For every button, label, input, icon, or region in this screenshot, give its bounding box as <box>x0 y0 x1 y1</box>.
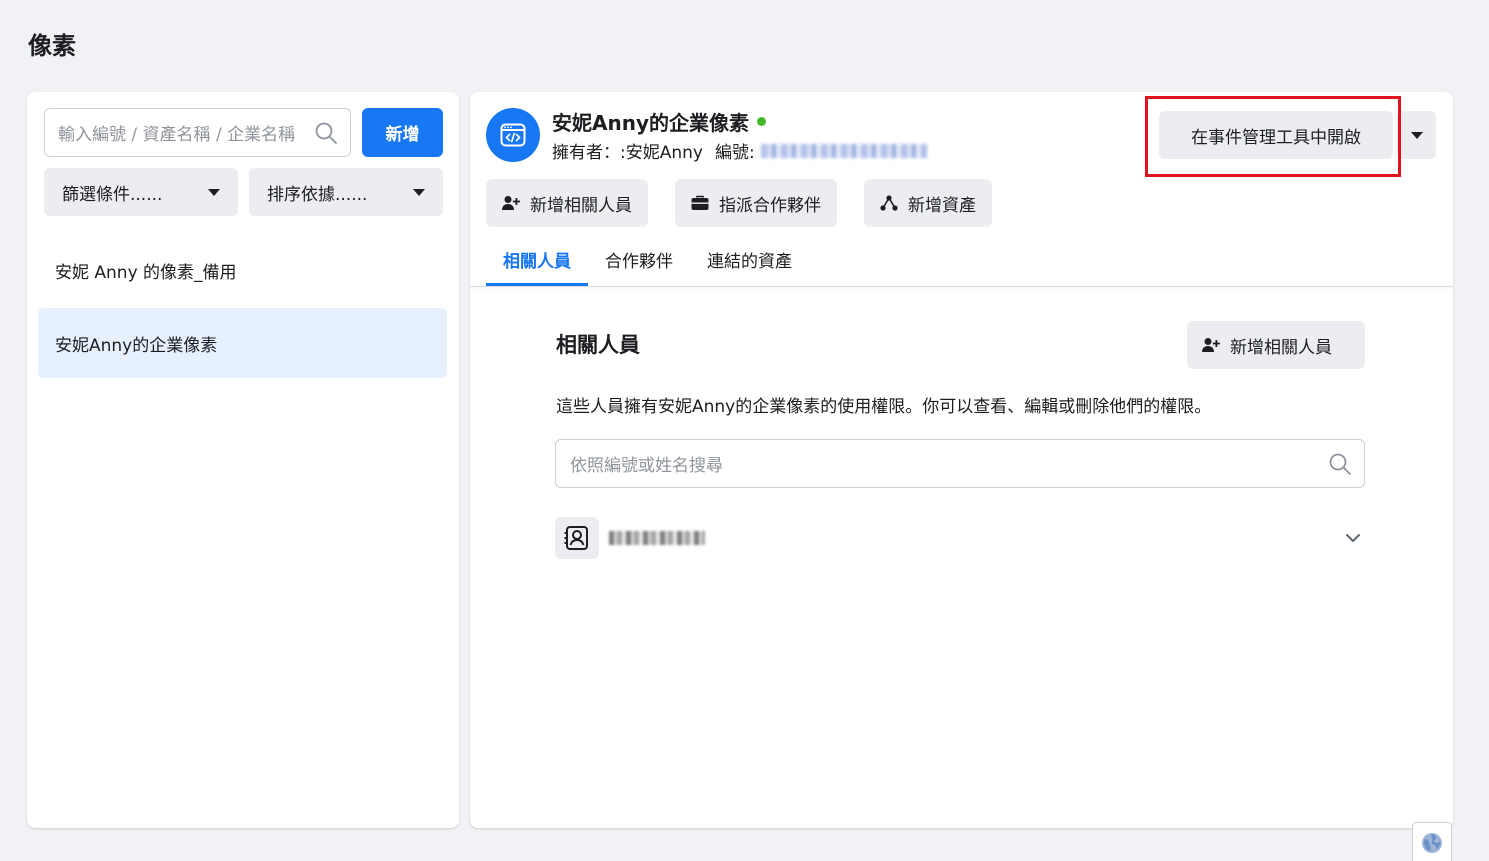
sort-dropdown-label: 排序依據...... <box>267 184 368 205</box>
asset-name-text: 安妮Anny的企業像素 <box>552 111 749 135</box>
asset-name: 安妮Anny的企業像素 <box>552 107 766 136</box>
search-icon <box>315 122 337 144</box>
asset-search-input[interactable]: 輸入編號 / 資產名稱 / 企業名稱 <box>44 108 351 157</box>
section-description: 這些人員擁有安妮Anny的企業像素的使用權限。你可以查看、編輯或刪除他們的權限。 <box>556 397 1212 417</box>
owner-label: 擁有者：: <box>552 143 626 163</box>
caret-down-icon <box>1410 131 1423 139</box>
pixel-code-icon <box>486 108 540 162</box>
more-options-button[interactable] <box>1397 111 1436 159</box>
section-title: 相關人員 <box>556 333 640 357</box>
page-title: 像素 <box>28 32 76 60</box>
owner-name: 安妮Anny <box>625 143 703 163</box>
status-active-icon <box>757 117 766 126</box>
briefcase-icon <box>691 195 709 210</box>
list-item[interactable]: 安妮 Anny 的像素_備用 <box>38 235 447 305</box>
filter-dropdown-label: 篩選條件...... <box>62 184 163 205</box>
people-search-input[interactable]: 依照編號或姓名搜尋 <box>555 439 1365 488</box>
person-row[interactable] <box>555 517 1365 559</box>
asset-meta: 擁有者：: 安妮Anny 編號: <box>552 138 927 163</box>
add-people-button[interactable]: 新增相關人員 <box>486 179 648 227</box>
add-person-icon <box>502 196 520 210</box>
globe-icon <box>1422 832 1442 853</box>
detail-tabs: 相關人員 合作夥伴 連結的資產 <box>486 240 809 286</box>
asset-detail-panel: 安妮Anny的企業像素 擁有者：: 安妮Anny 編號: 在事件管理工具中開啟 … <box>470 92 1453 828</box>
person-badge-icon <box>555 517 599 559</box>
tab-partners[interactable]: 合作夥伴 <box>588 240 690 286</box>
assign-partner-button[interactable]: 指派合作夥伴 <box>675 179 837 227</box>
list-item-label: 安妮Anny的企業像素 <box>55 335 218 356</box>
people-search-placeholder: 依照編號或姓名搜尋 <box>570 456 723 476</box>
person-name-redacted <box>609 531 705 545</box>
sort-dropdown[interactable]: 排序依據...... <box>249 168 443 216</box>
search-icon <box>1329 453 1351 475</box>
list-item-label: 安妮 Anny 的像素_備用 <box>55 262 237 283</box>
connect-assets-icon <box>880 195 898 211</box>
tab-people[interactable]: 相關人員 <box>486 240 588 286</box>
asset-list-panel: 輸入編號 / 資產名稱 / 企業名稱 新增 篩選條件...... 排序依據...… <box>27 92 459 828</box>
section-add-people-button[interactable]: 新增相關人員 <box>1187 321 1365 369</box>
id-label: 編號: <box>714 143 755 163</box>
asset-search-placeholder: 輸入編號 / 資產名稱 / 企業名稱 <box>58 125 296 145</box>
add-assets-button[interactable]: 新增資產 <box>864 179 992 227</box>
add-people-label: 新增相關人員 <box>530 195 632 216</box>
new-asset-button[interactable]: 新增 <box>362 108 443 157</box>
divider <box>470 286 1453 287</box>
highlight-annotation <box>1145 96 1401 177</box>
asset-id-redacted <box>760 143 927 158</box>
caret-down-icon <box>413 188 425 196</box>
chevron-down-icon[interactable] <box>1345 533 1361 543</box>
tab-connected-assets[interactable]: 連結的資產 <box>690 240 809 286</box>
caret-down-icon <box>208 188 220 196</box>
section-add-people-label: 新增相關人員 <box>1230 337 1332 358</box>
assign-partner-label: 指派合作夥伴 <box>719 195 821 216</box>
filter-dropdown[interactable]: 篩選條件...... <box>44 168 238 216</box>
add-assets-label: 新增資產 <box>908 195 976 216</box>
list-item[interactable]: 安妮Anny的企業像素 <box>38 308 447 378</box>
language-globe-button[interactable] <box>1412 822 1452 861</box>
add-person-icon <box>1202 338 1220 352</box>
